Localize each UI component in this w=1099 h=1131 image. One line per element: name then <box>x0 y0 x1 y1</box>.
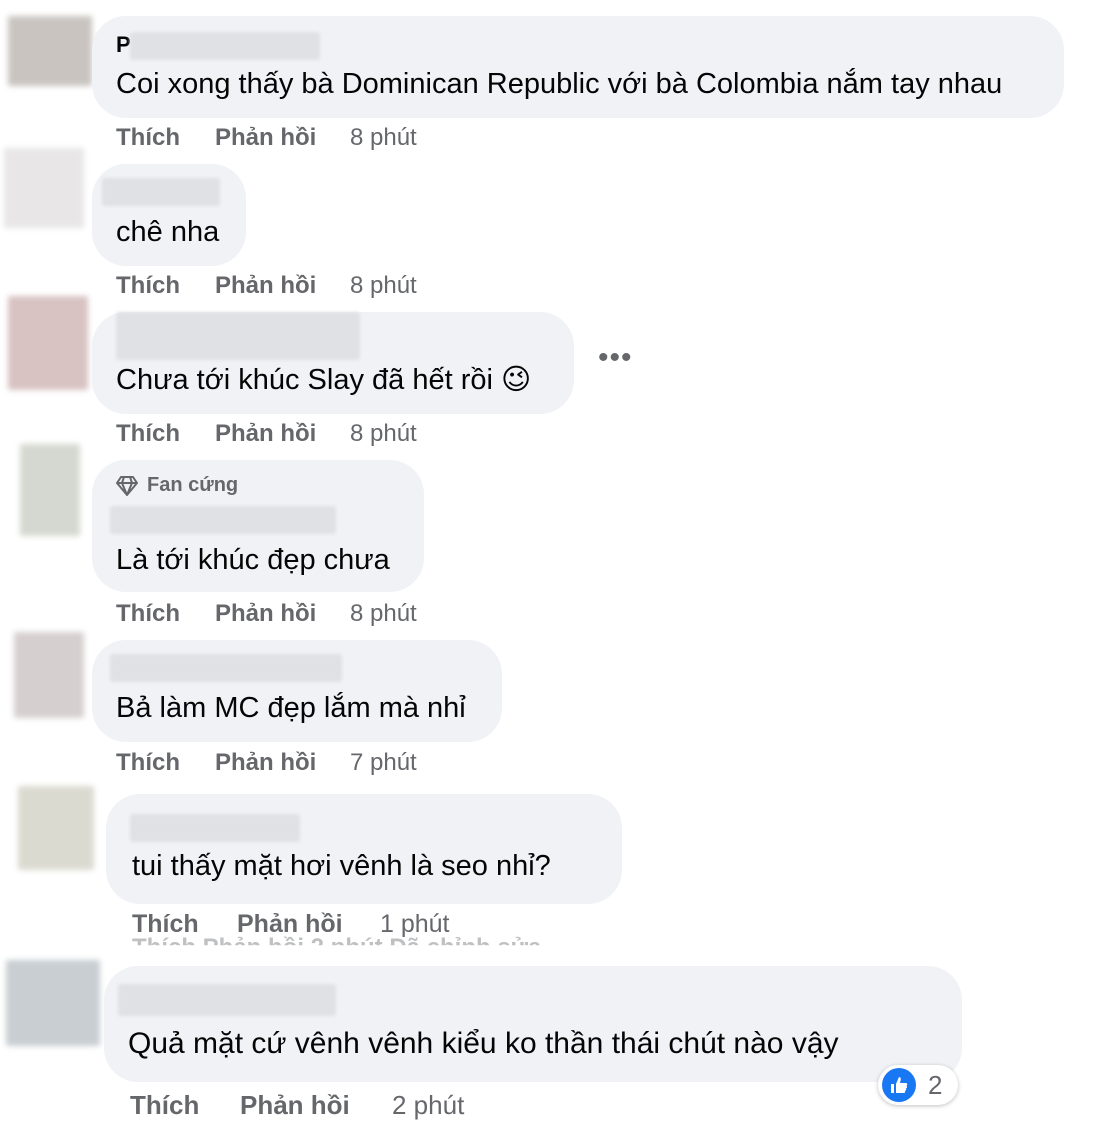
comment-bubble: chê nha <box>92 164 246 266</box>
commenter-name-blur <box>116 312 360 360</box>
comment-bubble: Chưa tới khúc Slay đã hết rồi 😉 <box>92 312 574 414</box>
diamond-icon <box>116 476 138 496</box>
timestamp[interactable]: 2 phút <box>392 1090 464 1121</box>
commenter-name-blur <box>130 814 300 842</box>
commenter-name-blur <box>118 984 336 1016</box>
avatar[interactable] <box>14 632 84 718</box>
comment-text: chê nha <box>116 216 220 248</box>
comment-text: tui thấy mặt hơi vênh là seo nhỉ? <box>132 850 551 882</box>
reply-button[interactable]: Phản hồi <box>240 1090 350 1121</box>
thumbs-up-icon <box>882 1068 916 1102</box>
commenter-name-blur <box>110 654 342 682</box>
comment-bubble: Fan cứng Là tới khúc đẹp chưa <box>92 460 424 592</box>
more-options-icon[interactable]: ••• <box>598 343 633 373</box>
commenter-name-blur <box>102 178 220 206</box>
comment-bubble: Bả làm MC đẹp lắm mà nhỉ <box>92 640 502 742</box>
reply-button[interactable]: Phản hồi <box>215 600 316 628</box>
commenter-name-blur <box>130 32 320 60</box>
comment-bubble: P Coi xong thấy bà Dominican Republic vớ… <box>92 16 1064 118</box>
comment-text: Chưa tới khúc Slay đã hết rồi 😉 <box>116 364 532 396</box>
reply-button[interactable]: Phản hồi <box>215 124 316 152</box>
comment-text: Coi xong thấy bà Dominican Republic với … <box>116 68 1003 100</box>
reply-button[interactable]: Phản hồi <box>215 749 316 777</box>
reaction-summary[interactable]: 2 <box>878 1065 958 1105</box>
timestamp[interactable]: 7 phút <box>350 749 417 777</box>
timestamp[interactable]: 8 phút <box>350 420 417 448</box>
overlapping-action-row: Thích Phản hồi 2 phút Đã chỉnh sửa <box>132 934 542 961</box>
comment-bubble: tui thấy mặt hơi vênh là seo nhỉ? <box>106 794 622 904</box>
like-button[interactable]: Thích <box>116 272 180 300</box>
commenter-name-blur <box>110 506 336 534</box>
comment-bubble: Quả mặt cứ vênh vênh kiểu ko thần thái c… <box>104 966 962 1082</box>
like-button[interactable]: Thích <box>116 420 180 448</box>
avatar[interactable] <box>18 786 94 870</box>
avatar[interactable] <box>8 296 88 390</box>
comment-text: Bả làm MC đẹp lắm mà nhỉ <box>116 692 466 724</box>
timestamp[interactable]: 8 phút <box>350 272 417 300</box>
reaction-count: 2 <box>928 1070 943 1100</box>
like-button[interactable]: Thích <box>116 749 180 777</box>
timestamp[interactable]: 8 phút <box>350 600 417 628</box>
reply-button[interactable]: Phản hồi <box>215 272 316 300</box>
comment-text: Là tới khúc đẹp chưa <box>116 544 390 576</box>
avatar[interactable] <box>4 148 84 228</box>
like-button[interactable]: Thích <box>116 124 180 152</box>
like-button[interactable]: Thích <box>130 1090 199 1121</box>
avatar[interactable] <box>20 444 80 536</box>
avatar[interactable] <box>6 960 100 1046</box>
reply-button[interactable]: Phản hồi <box>215 420 316 448</box>
avatar[interactable] <box>8 16 92 86</box>
timestamp[interactable]: 8 phút <box>350 124 417 152</box>
like-button[interactable]: Thích <box>116 600 180 628</box>
commenter-name[interactable]: P <box>116 32 131 58</box>
comment-text: Quả mặt cứ vênh vênh kiểu ko thần thái c… <box>128 1027 839 1060</box>
fan-badge: Fan cứng <box>147 474 239 496</box>
